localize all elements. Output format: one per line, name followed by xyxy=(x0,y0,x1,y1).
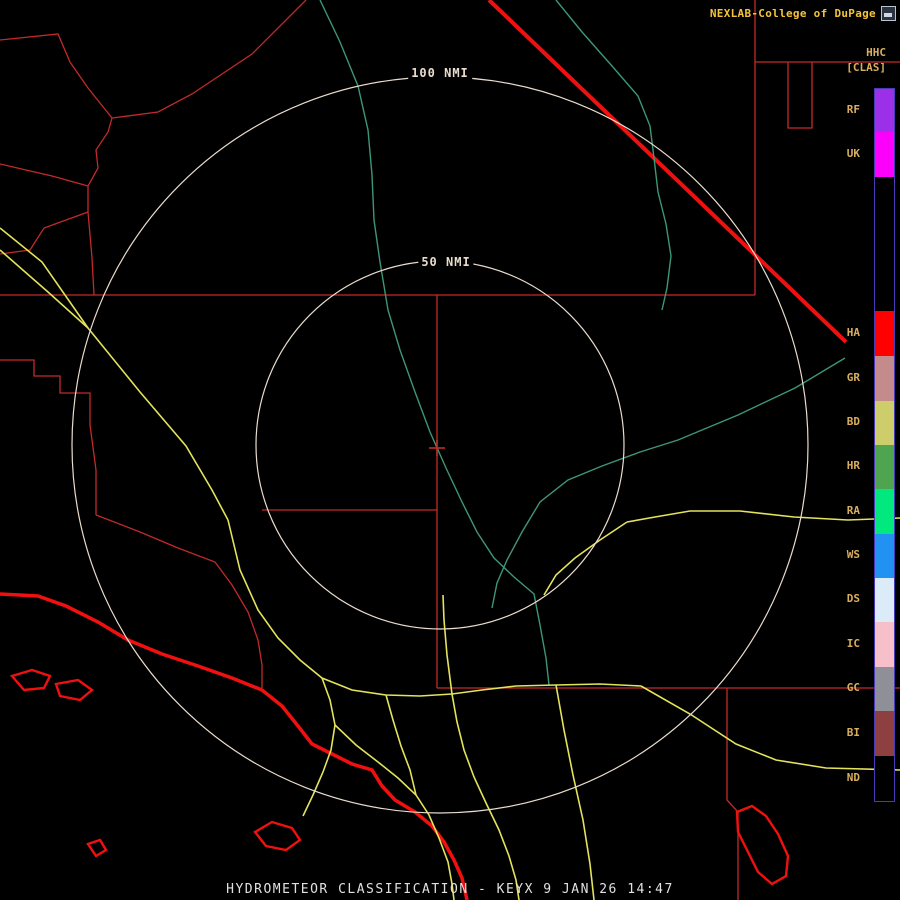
legend-swatch-DS xyxy=(875,578,894,622)
legend-swatch-GC xyxy=(875,667,894,711)
legend-swatch-gap xyxy=(875,177,894,311)
legend-label-ND: ND xyxy=(846,770,860,784)
cod-logo-icon xyxy=(881,6,896,21)
legend-swatch-RF xyxy=(875,89,894,132)
legend-label-BD: BD xyxy=(846,415,860,428)
classification-colorbar xyxy=(874,88,895,802)
range-rings xyxy=(71,76,809,814)
legend-label-DS: DS xyxy=(846,592,860,605)
legend-swatch-BD xyxy=(875,401,894,445)
state-border-line xyxy=(487,0,848,344)
radar-site-marker xyxy=(429,440,445,456)
highways xyxy=(0,227,900,900)
radar-display: 100 NMI 50 NMI NEXLAB-College of DuPage … xyxy=(0,0,900,900)
legend-swatch-WS xyxy=(875,534,894,578)
product-mode-label: [CLAS] xyxy=(846,61,886,74)
header: NEXLAB-College of DuPage xyxy=(710,6,896,21)
legend-swatch-RA xyxy=(875,489,894,534)
legend-label-WS: WS xyxy=(846,548,860,561)
rivers xyxy=(319,0,846,686)
legend-label-RA: RA xyxy=(846,503,860,517)
legend-swatch-ND xyxy=(875,756,894,801)
range-ring-label-100nmi: 100 NMI xyxy=(408,66,472,80)
legend-swatch-UK xyxy=(875,132,894,177)
radar-map[interactable] xyxy=(0,0,900,900)
legend-label-RF: RF xyxy=(846,102,860,116)
range-ring-label-50nmi: 50 NMI xyxy=(418,255,474,269)
legend-swatch-GR xyxy=(875,356,894,401)
legend-swatch-HR xyxy=(875,445,894,489)
county-borders xyxy=(0,0,900,900)
legend-label-GC: GC xyxy=(846,681,860,694)
legend-label-UK: UK xyxy=(846,146,860,160)
legend-label-HA: HA xyxy=(846,325,860,339)
legend-label-IC: IC xyxy=(846,636,860,650)
legend-label-BI: BI xyxy=(846,725,860,739)
status-bar: HYDROMETEOR CLASSIFICATION - KEYX 9 JAN … xyxy=(226,882,674,897)
legend-label-GR: GR xyxy=(846,370,860,384)
legend-label-HR: HR xyxy=(846,459,860,472)
legend-swatch-HA xyxy=(875,311,894,356)
product-code-label: HHC xyxy=(866,46,886,59)
coastline-and-islands xyxy=(0,592,790,900)
legend-swatch-BI xyxy=(875,711,894,756)
page-title: NEXLAB-College of DuPage xyxy=(709,7,876,20)
legend-swatch-IC xyxy=(875,622,894,667)
